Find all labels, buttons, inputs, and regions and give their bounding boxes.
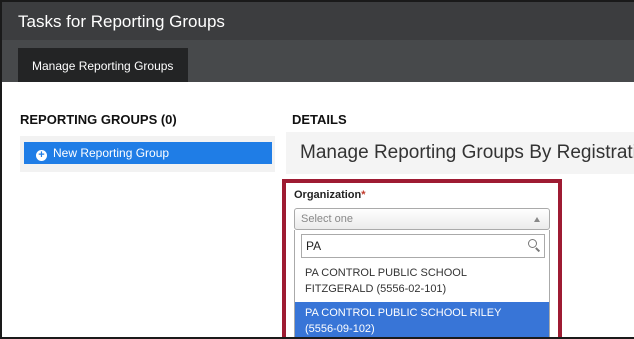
option-line: FITZGERALD (5556-02-101)	[305, 283, 447, 295]
organization-label-text: Organization	[294, 189, 362, 201]
page-title: Manage Reporting Groups By Registration	[286, 132, 634, 174]
organization-field-group: Organization* Select one PA CONTROL PUBL…	[282, 179, 562, 337]
tab-bar: Manage Reporting Groups	[2, 40, 634, 82]
plus-circle-icon: +	[36, 150, 47, 161]
dropdown-search	[301, 234, 545, 258]
organization-option-riley[interactable]: PA CONTROL PUBLIC SCHOOL RILEY (5556-09-…	[295, 302, 549, 337]
organization-option-fitzgerald[interactable]: PA CONTROL PUBLIC SCHOOL FITZGERALD (555…	[295, 262, 549, 300]
tab-manage-reporting-groups[interactable]: Manage Reporting Groups	[18, 48, 188, 82]
caret-up-icon	[534, 217, 540, 222]
reporting-groups-heading: REPORTING GROUPS (0)	[20, 112, 177, 127]
required-marker: *	[361, 189, 366, 201]
new-reporting-group-button[interactable]: + New Reporting Group	[24, 142, 272, 164]
app-window: Tasks for Reporting Groups Manage Report…	[0, 0, 634, 339]
new-reporting-group-label: New Reporting Group	[53, 146, 170, 160]
organization-search-input[interactable]	[302, 235, 522, 257]
option-line: PA CONTROL PUBLIC SCHOOL	[305, 267, 467, 279]
organization-select[interactable]: Select one	[294, 208, 550, 230]
option-line: PA CONTROL PUBLIC SCHOOL RILEY	[305, 307, 502, 319]
organization-label: Organization*	[294, 189, 366, 201]
search-icon	[528, 239, 537, 248]
organization-select-placeholder: Select one	[301, 213, 353, 225]
window-title: Tasks for Reporting Groups	[2, 2, 634, 40]
organization-dropdown: PA CONTROL PUBLIC SCHOOL FITZGERALD (555…	[294, 230, 550, 337]
new-group-row: + New Reporting Group	[20, 136, 275, 172]
details-heading: DETAILS	[292, 112, 347, 127]
option-line: (5556-09-102)	[305, 323, 375, 335]
